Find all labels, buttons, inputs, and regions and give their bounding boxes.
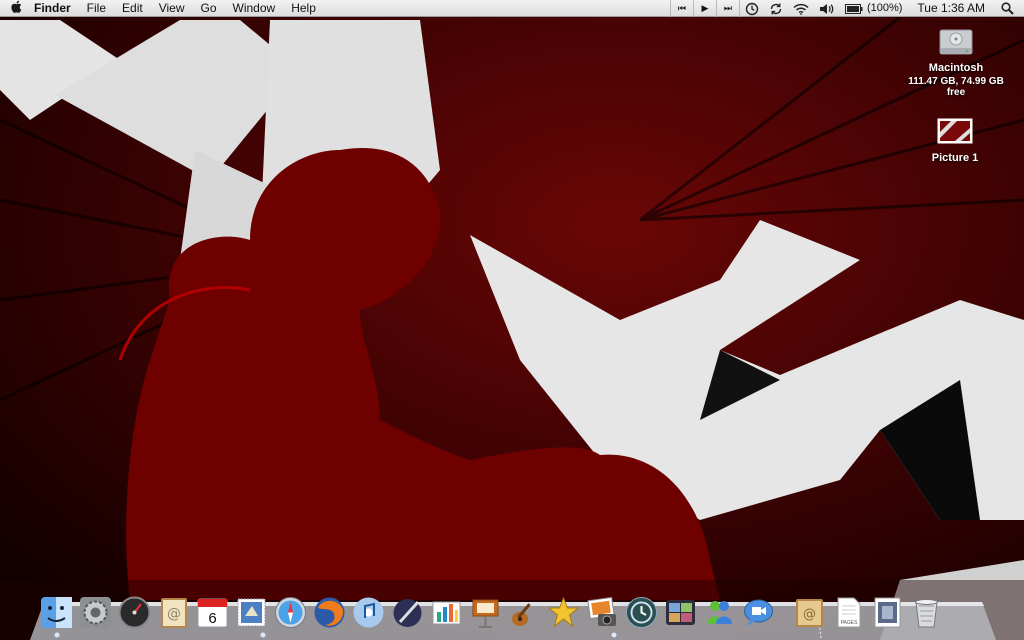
hd-info-label: 111.47 GB, 74.99 GB free (908, 76, 1004, 98)
keynote-icon[interactable] (469, 594, 502, 630)
firefox-icon[interactable] (313, 594, 346, 630)
desktop-wallpaper (0, 0, 1024, 640)
menu-file[interactable]: File (79, 0, 114, 17)
picture-1-file[interactable]: Picture 1 (915, 118, 995, 164)
menu-window[interactable]: Window (225, 0, 284, 17)
battery-percent: (100%) (866, 2, 903, 14)
ichat-icon[interactable] (742, 594, 775, 630)
menubar-clock[interactable]: Tue 1:36 AM (907, 0, 995, 17)
mail-stamp-icon[interactable] (235, 594, 268, 630)
dock: @ 6 @ PAGES (40, 588, 949, 630)
iphoto-icon[interactable] (586, 594, 619, 630)
spotlight-search-icon[interactable] (995, 2, 1024, 15)
next-track-icon[interactable]: ⏭ (715, 0, 740, 17)
hd-name-label: Macintosh (928, 62, 984, 74)
menu-finder[interactable]: Finder (32, 0, 79, 17)
svg-text:@: @ (167, 606, 181, 622)
mail-folder-icon[interactable]: @ (793, 594, 826, 630)
picture-1-label: Picture 1 (931, 152, 979, 164)
media-controls: ⏮ ▶ ⏭ (669, 0, 740, 17)
safari-icon[interactable] (274, 594, 307, 630)
finder-icon[interactable] (40, 594, 73, 630)
time-machine-menu-icon[interactable] (740, 2, 764, 16)
menu-go[interactable]: Go (193, 0, 225, 17)
ical-icon[interactable]: 6 (196, 594, 229, 630)
battery-status[interactable]: (100%) (840, 0, 907, 17)
hard-drive-icon (939, 29, 973, 55)
menu-bar: Finder File Edit View Go Window Help ⏮ ▶… (0, 0, 1024, 17)
address-book-icon[interactable]: @ (157, 594, 190, 630)
msn-messenger-icon[interactable] (703, 594, 736, 630)
volume-icon[interactable] (814, 3, 840, 15)
ical-day: 6 (208, 610, 216, 627)
apple-menu-icon[interactable] (0, 0, 32, 17)
numbers-icon[interactable] (430, 594, 463, 630)
time-machine-icon[interactable] (625, 594, 658, 630)
inkwell-icon[interactable] (391, 594, 424, 630)
imovie-icon[interactable] (547, 594, 580, 630)
previous-track-icon[interactable]: ⏮ (669, 0, 693, 17)
play-icon[interactable]: ▶ (692, 0, 716, 17)
menu-edit[interactable]: Edit (114, 0, 151, 17)
svg-text:@: @ (803, 607, 816, 622)
garageband-icon[interactable] (508, 594, 541, 630)
picture-thumbnail-icon (937, 118, 973, 144)
pages-document-icon[interactable]: PAGES (832, 594, 865, 630)
trash-icon[interactable] (910, 594, 943, 630)
wifi-icon[interactable] (788, 3, 814, 15)
menu-view[interactable]: View (151, 0, 193, 17)
menu-help[interactable]: Help (283, 0, 324, 17)
dashboard-icon[interactable] (118, 594, 151, 630)
pages-label: PAGES (841, 620, 859, 626)
system-preferences-icon[interactable] (79, 594, 112, 630)
sync-icon[interactable] (764, 2, 788, 16)
battery-icon (844, 3, 863, 14)
itunes-icon[interactable] (352, 594, 385, 630)
downloads-stack-icon[interactable] (871, 594, 904, 630)
macintosh-hd-icon[interactable]: Macintosh 111.47 GB, 74.99 GB free (900, 22, 1012, 98)
dock-separator (781, 594, 793, 630)
spaces-icon[interactable] (664, 594, 697, 630)
